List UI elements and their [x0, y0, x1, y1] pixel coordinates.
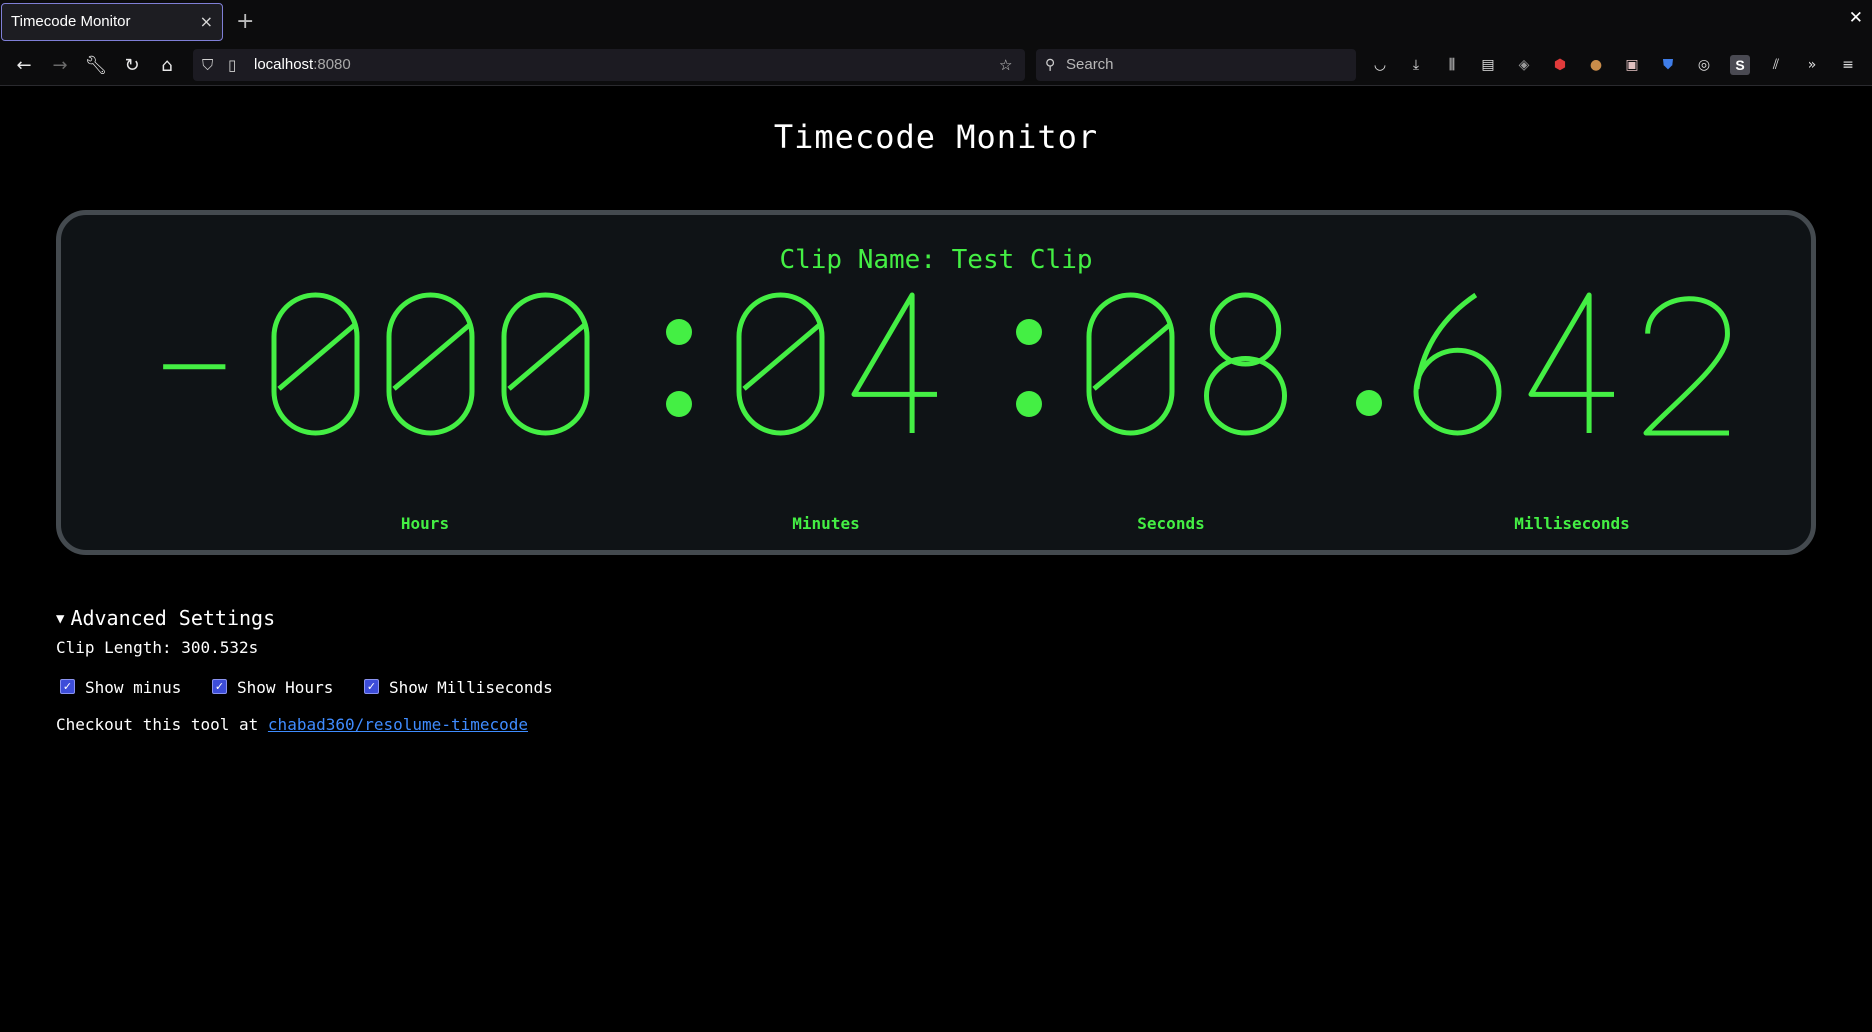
- digit-4: [851, 292, 937, 433]
- page-title: Timecode Monitor: [773, 118, 1099, 156]
- zotero-icon[interactable]: ⫽: [1766, 55, 1786, 75]
- search-input[interactable]: Search: [1066, 54, 1114, 76]
- url-text[interactable]: localhost:8080: [254, 54, 351, 76]
- digit-2: [1643, 296, 1730, 436]
- tab-close-icon[interactable]: ×: [200, 4, 213, 40]
- home-icon[interactable]: ⌂: [155, 54, 179, 78]
- page-icon[interactable]: ▯: [228, 54, 236, 76]
- clip-length: Clip Length: 300.532s: [56, 638, 956, 658]
- advanced-settings-toggle[interactable]: ▼ Advanced Settings: [56, 605, 956, 634]
- disclosure-triangle-icon: ▼: [56, 611, 65, 627]
- digit-0: [386, 292, 475, 436]
- bookmark-star-icon[interactable]: ☆: [999, 54, 1012, 76]
- milliseconds-label: Milliseconds: [1514, 514, 1630, 533]
- library-icon[interactable]: ⫼: [1442, 55, 1462, 75]
- forward-icon[interactable]: →: [48, 54, 72, 78]
- window-close-button[interactable]: ✕: [1849, 8, 1863, 28]
- option-show-milliseconds[interactable]: ✓ Show Milliseconds: [364, 676, 553, 700]
- overflow-icon[interactable]: »: [1802, 55, 1822, 75]
- show-milliseconds-checkbox[interactable]: ✓: [364, 679, 379, 694]
- clip-length-value: 300.532s: [181, 638, 259, 657]
- display-options: ✓ Show minus ✓ Show Hours ✓ Show Millisecon…: [56, 676, 956, 700]
- digit-0: [271, 292, 360, 436]
- url-host: localhost: [254, 56, 314, 73]
- reload-icon[interactable]: ↻: [120, 54, 144, 78]
- stylus-icon[interactable]: S: [1730, 55, 1750, 75]
- back-icon[interactable]: ←: [12, 54, 36, 78]
- navigation-toolbar: ← → 🔧︎ ↻ ⌂ ⛉ ▯ localhost:8080 ☆ ⚲ Search…: [0, 45, 1872, 86]
- privacy-badger-icon[interactable]: ◈: [1514, 55, 1534, 75]
- reader-view-icon[interactable]: ▤: [1478, 55, 1498, 75]
- bitwarden-icon[interactable]: ⛊: [1658, 55, 1678, 75]
- menu-icon[interactable]: ≡: [1838, 55, 1858, 75]
- advanced-settings-summary: Advanced Settings: [70, 606, 276, 630]
- show-minus-checkbox[interactable]: ✓: [60, 679, 75, 694]
- incognito-icon[interactable]: ◎: [1694, 55, 1714, 75]
- clip-length-label: Clip Length:: [56, 638, 182, 657]
- seconds-label: Seconds: [1137, 514, 1205, 533]
- tab-strip: Timecode Monitor × + ✕: [0, 0, 1872, 45]
- show-milliseconds-label: Show Milliseconds: [389, 678, 553, 697]
- ublock-origin-icon[interactable]: ⬢: [1550, 55, 1570, 75]
- option-show-minus[interactable]: ✓ Show minus: [60, 676, 181, 700]
- cookie-icon[interactable]: ●: [1586, 55, 1606, 75]
- show-hours-label: Show Hours: [237, 678, 334, 697]
- shield-icon[interactable]: ⛉: [202, 54, 213, 76]
- tab-title: Timecode Monitor: [11, 13, 131, 30]
- timecode-panel: Clip Name: Test Clip Hours Minutes Secon…: [56, 210, 1816, 555]
- browser-tab[interactable]: Timecode Monitor ×: [1, 3, 223, 41]
- digit-0: [736, 292, 825, 436]
- hours-label: Hours: [400, 514, 450, 533]
- digit-6: [1413, 292, 1502, 436]
- new-tab-button[interactable]: +: [236, 6, 254, 38]
- pocket-icon[interactable]: ◡: [1370, 55, 1390, 75]
- colon-dot: [1016, 391, 1042, 417]
- colon-dot: [1016, 319, 1042, 345]
- repo-link[interactable]: chabad360/resolume-timecode: [268, 715, 528, 734]
- search-bar[interactable]: ⚲ Search: [1036, 49, 1356, 81]
- search-icon: ⚲: [1045, 57, 1056, 73]
- timecode-digits: [163, 292, 1730, 436]
- minutes-label: Minutes: [792, 514, 860, 533]
- show-hours-checkbox[interactable]: ✓: [212, 679, 227, 694]
- colon-dot: [666, 391, 692, 417]
- wrench-icon[interactable]: 🔧︎: [84, 54, 108, 78]
- footer-prefix: Checkout this tool at: [56, 715, 268, 734]
- decimal-dot: [1356, 390, 1382, 416]
- digit-4: [1528, 292, 1614, 433]
- digit-0: [1086, 292, 1175, 436]
- option-show-hours[interactable]: ✓ Show Hours: [212, 676, 333, 700]
- show-minus-label: Show minus: [85, 678, 182, 697]
- digit-0: [501, 292, 590, 436]
- url-bar[interactable]: ⛉ ▯ localhost:8080 ☆: [193, 49, 1025, 81]
- colon-dot: [666, 319, 692, 345]
- extension-icon[interactable]: ▣: [1622, 55, 1642, 75]
- timecode-display: [61, 265, 1811, 465]
- footer-text: Checkout this tool at chabad360/resolume…: [56, 714, 956, 736]
- digit-8: [1203, 292, 1288, 436]
- download-icon[interactable]: ⤓: [1406, 55, 1426, 75]
- advanced-settings: ▼ Advanced Settings Clip Length: 300.532s…: [56, 605, 956, 736]
- url-port: :8080: [313, 56, 351, 73]
